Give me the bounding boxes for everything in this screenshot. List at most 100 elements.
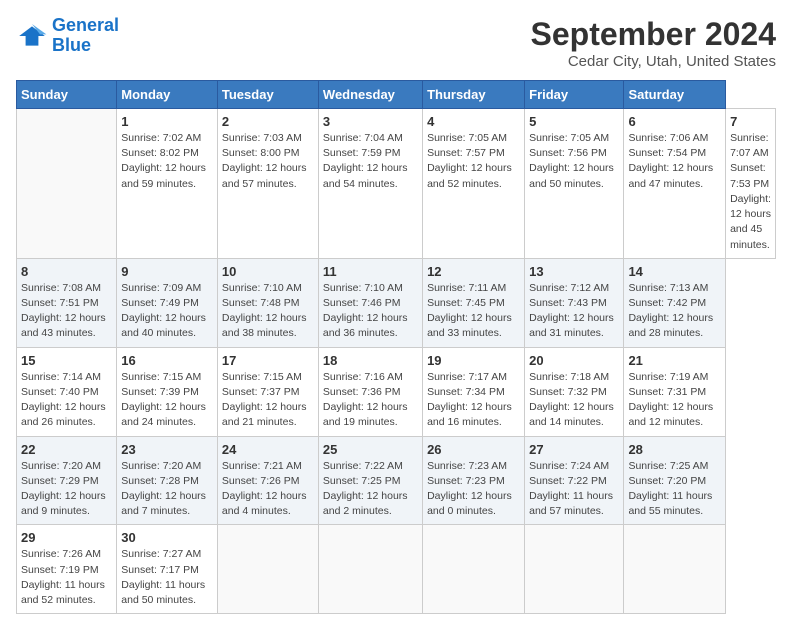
day-number: 24 <box>222 442 314 457</box>
calendar-day-cell: 23 Sunrise: 7:20 AMSunset: 7:28 PMDaylig… <box>117 436 218 525</box>
page-title: September 2024 <box>531 16 776 53</box>
logo-icon <box>16 20 48 52</box>
day-number: 5 <box>529 114 619 129</box>
calendar-week-row: 8 Sunrise: 7:08 AMSunset: 7:51 PMDayligh… <box>17 258 776 347</box>
day-number: 19 <box>427 353 520 368</box>
day-info: Sunrise: 7:21 AMSunset: 7:26 PMDaylight:… <box>222 459 314 520</box>
day-number: 17 <box>222 353 314 368</box>
calendar-day-cell: 19 Sunrise: 7:17 AMSunset: 7:34 PMDaylig… <box>423 347 525 436</box>
empty-cell <box>17 109 117 259</box>
calendar-day-cell: 21 Sunrise: 7:19 AMSunset: 7:31 PMDaylig… <box>624 347 726 436</box>
day-info: Sunrise: 7:17 AMSunset: 7:34 PMDaylight:… <box>427 370 520 431</box>
calendar-day-cell: 6 Sunrise: 7:06 AMSunset: 7:54 PMDayligh… <box>624 109 726 259</box>
day-info: Sunrise: 7:04 AMSunset: 7:59 PMDaylight:… <box>323 131 418 192</box>
day-number: 25 <box>323 442 418 457</box>
day-info: Sunrise: 7:05 AMSunset: 7:56 PMDaylight:… <box>529 131 619 192</box>
calendar-table: SundayMondayTuesdayWednesdayThursdayFrid… <box>16 80 776 614</box>
column-header-monday: Monday <box>117 81 218 109</box>
day-number: 8 <box>21 264 112 279</box>
day-number: 26 <box>427 442 520 457</box>
day-info: Sunrise: 7:09 AMSunset: 7:49 PMDaylight:… <box>121 281 213 342</box>
column-header-thursday: Thursday <box>423 81 525 109</box>
calendar-day-cell <box>217 525 318 614</box>
calendar-day-cell: 1 Sunrise: 7:02 AMSunset: 8:02 PMDayligh… <box>117 109 218 259</box>
day-number: 6 <box>628 114 721 129</box>
day-info: Sunrise: 7:20 AMSunset: 7:28 PMDaylight:… <box>121 459 213 520</box>
day-info: Sunrise: 7:23 AMSunset: 7:23 PMDaylight:… <box>427 459 520 520</box>
calendar-day-cell: 12 Sunrise: 7:11 AMSunset: 7:45 PMDaylig… <box>423 258 525 347</box>
calendar-day-cell: 2 Sunrise: 7:03 AMSunset: 8:00 PMDayligh… <box>217 109 318 259</box>
calendar-day-cell: 3 Sunrise: 7:04 AMSunset: 7:59 PMDayligh… <box>318 109 422 259</box>
calendar-day-cell: 16 Sunrise: 7:15 AMSunset: 7:39 PMDaylig… <box>117 347 218 436</box>
column-header-sunday: Sunday <box>17 81 117 109</box>
day-info: Sunrise: 7:24 AMSunset: 7:22 PMDaylight:… <box>529 459 619 520</box>
day-info: Sunrise: 7:11 AMSunset: 7:45 PMDaylight:… <box>427 281 520 342</box>
calendar-day-cell <box>525 525 624 614</box>
day-info: Sunrise: 7:22 AMSunset: 7:25 PMDaylight:… <box>323 459 418 520</box>
calendar-day-cell <box>624 525 726 614</box>
column-header-friday: Friday <box>525 81 624 109</box>
day-info: Sunrise: 7:14 AMSunset: 7:40 PMDaylight:… <box>21 370 112 431</box>
day-number: 27 <box>529 442 619 457</box>
day-info: Sunrise: 7:10 AMSunset: 7:48 PMDaylight:… <box>222 281 314 342</box>
day-info: Sunrise: 7:27 AMSunset: 7:17 PMDaylight:… <box>121 547 213 608</box>
day-info: Sunrise: 7:12 AMSunset: 7:43 PMDaylight:… <box>529 281 619 342</box>
calendar-day-cell: 28 Sunrise: 7:25 AMSunset: 7:20 PMDaylig… <box>624 436 726 525</box>
day-info: Sunrise: 7:25 AMSunset: 7:20 PMDaylight:… <box>628 459 721 520</box>
calendar-day-cell: 29 Sunrise: 7:26 AMSunset: 7:19 PMDaylig… <box>17 525 117 614</box>
calendar-day-cell: 14 Sunrise: 7:13 AMSunset: 7:42 PMDaylig… <box>624 258 726 347</box>
day-number: 12 <box>427 264 520 279</box>
day-number: 11 <box>323 264 418 279</box>
calendar-week-row: 1 Sunrise: 7:02 AMSunset: 8:02 PMDayligh… <box>17 109 776 259</box>
calendar-day-cell: 4 Sunrise: 7:05 AMSunset: 7:57 PMDayligh… <box>423 109 525 259</box>
calendar-day-cell: 13 Sunrise: 7:12 AMSunset: 7:43 PMDaylig… <box>525 258 624 347</box>
day-number: 23 <box>121 442 213 457</box>
day-number: 29 <box>21 530 112 545</box>
calendar-day-cell: 26 Sunrise: 7:23 AMSunset: 7:23 PMDaylig… <box>423 436 525 525</box>
day-number: 3 <box>323 114 418 129</box>
day-info: Sunrise: 7:20 AMSunset: 7:29 PMDaylight:… <box>21 459 112 520</box>
day-info: Sunrise: 7:16 AMSunset: 7:36 PMDaylight:… <box>323 370 418 431</box>
calendar-day-cell: 7 Sunrise: 7:07 AMSunset: 7:53 PMDayligh… <box>726 109 776 259</box>
calendar-week-row: 29 Sunrise: 7:26 AMSunset: 7:19 PMDaylig… <box>17 525 776 614</box>
day-number: 30 <box>121 530 213 545</box>
calendar-week-row: 22 Sunrise: 7:20 AMSunset: 7:29 PMDaylig… <box>17 436 776 525</box>
day-number: 20 <box>529 353 619 368</box>
logo-text: General Blue <box>52 16 119 56</box>
calendar-day-cell: 22 Sunrise: 7:20 AMSunset: 7:29 PMDaylig… <box>17 436 117 525</box>
calendar-day-cell: 8 Sunrise: 7:08 AMSunset: 7:51 PMDayligh… <box>17 258 117 347</box>
day-number: 16 <box>121 353 213 368</box>
calendar-day-cell: 20 Sunrise: 7:18 AMSunset: 7:32 PMDaylig… <box>525 347 624 436</box>
calendar-day-cell: 17 Sunrise: 7:15 AMSunset: 7:37 PMDaylig… <box>217 347 318 436</box>
calendar-header-row: SundayMondayTuesdayWednesdayThursdayFrid… <box>17 81 776 109</box>
calendar-day-cell: 18 Sunrise: 7:16 AMSunset: 7:36 PMDaylig… <box>318 347 422 436</box>
calendar-day-cell: 9 Sunrise: 7:09 AMSunset: 7:49 PMDayligh… <box>117 258 218 347</box>
day-number: 21 <box>628 353 721 368</box>
day-info: Sunrise: 7:10 AMSunset: 7:46 PMDaylight:… <box>323 281 418 342</box>
column-header-wednesday: Wednesday <box>318 81 422 109</box>
day-number: 7 <box>730 114 771 129</box>
calendar-day-cell: 10 Sunrise: 7:10 AMSunset: 7:48 PMDaylig… <box>217 258 318 347</box>
day-number: 15 <box>21 353 112 368</box>
calendar-day-cell: 24 Sunrise: 7:21 AMSunset: 7:26 PMDaylig… <box>217 436 318 525</box>
day-number: 9 <box>121 264 213 279</box>
day-info: Sunrise: 7:07 AMSunset: 7:53 PMDaylight:… <box>730 131 771 253</box>
title-area: September 2024 Cedar City, Utah, United … <box>531 16 776 70</box>
day-info: Sunrise: 7:26 AMSunset: 7:19 PMDaylight:… <box>21 547 112 608</box>
day-info: Sunrise: 7:03 AMSunset: 8:00 PMDaylight:… <box>222 131 314 192</box>
calendar-day-cell <box>318 525 422 614</box>
day-number: 13 <box>529 264 619 279</box>
calendar-day-cell <box>423 525 525 614</box>
day-number: 18 <box>323 353 418 368</box>
day-number: 10 <box>222 264 314 279</box>
calendar-day-cell: 11 Sunrise: 7:10 AMSunset: 7:46 PMDaylig… <box>318 258 422 347</box>
day-info: Sunrise: 7:08 AMSunset: 7:51 PMDaylight:… <box>21 281 112 342</box>
day-number: 22 <box>21 442 112 457</box>
page-subtitle: Cedar City, Utah, United States <box>531 53 776 70</box>
day-info: Sunrise: 7:15 AMSunset: 7:37 PMDaylight:… <box>222 370 314 431</box>
day-info: Sunrise: 7:05 AMSunset: 7:57 PMDaylight:… <box>427 131 520 192</box>
day-number: 1 <box>121 114 213 129</box>
day-number: 28 <box>628 442 721 457</box>
column-header-tuesday: Tuesday <box>217 81 318 109</box>
calendar-day-cell: 5 Sunrise: 7:05 AMSunset: 7:56 PMDayligh… <box>525 109 624 259</box>
